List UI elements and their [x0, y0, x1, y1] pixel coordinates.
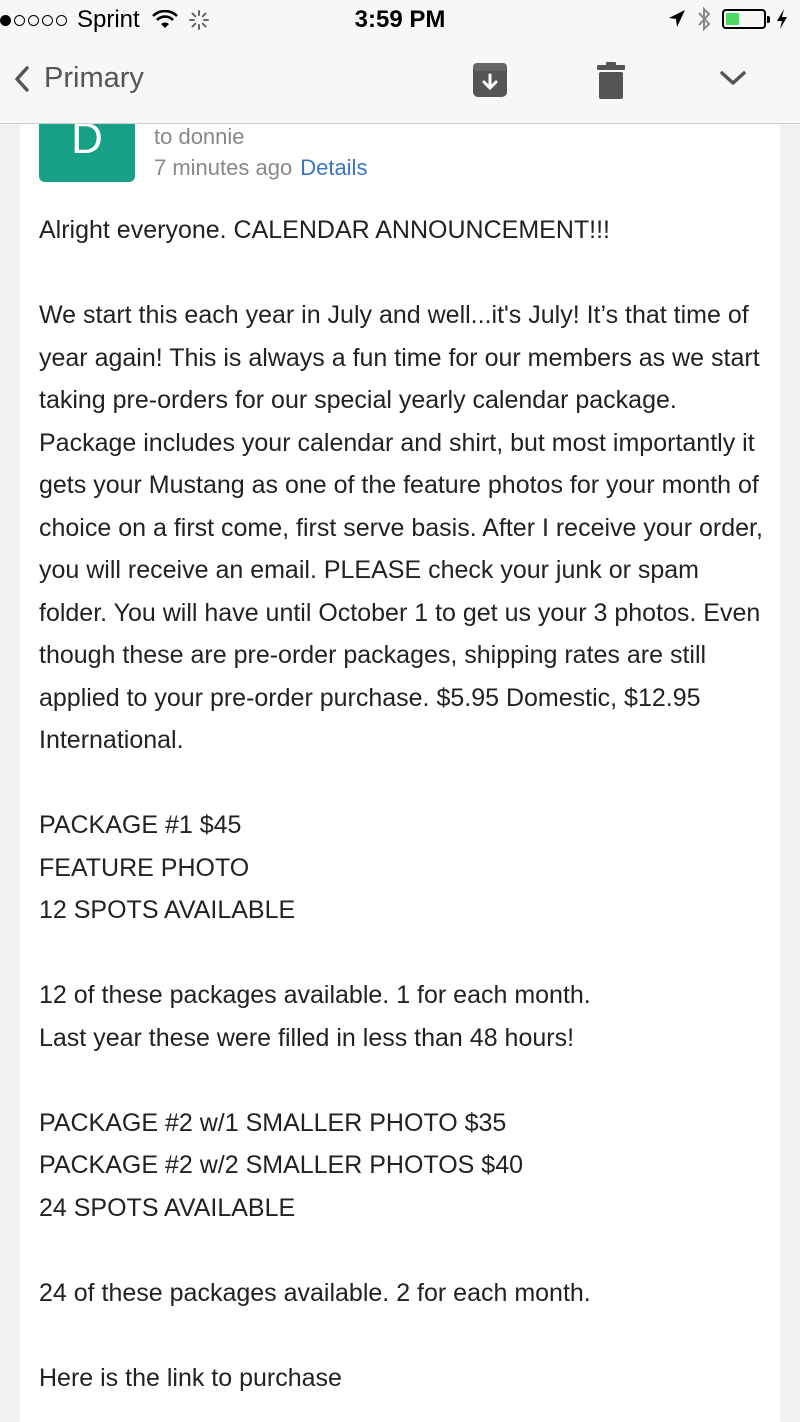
email-paragraph: PACKAGE #2 w/1 SMALLER PHOTO $35 PACKAGE …: [39, 1102, 764, 1230]
email-line: Last year these were filled in less than…: [39, 1023, 575, 1052]
email-line: PACKAGE #2 w/1 SMALLER PHOTO $35: [39, 1108, 507, 1137]
email-body: Alright everyone. CALENDAR ANNOUNCEMENT!…: [39, 209, 764, 1422]
email-toolbar: Primary: [0, 40, 800, 124]
email-line: 24 of these packages available. 2 for ea…: [39, 1278, 591, 1307]
trash-icon: [597, 62, 625, 99]
status-bar: Sprint 3:59 PM: [0, 0, 800, 40]
back-label: Primary: [44, 62, 144, 94]
chevron-left-icon: [15, 65, 29, 92]
status-right: [668, 6, 788, 32]
more-options-button[interactable]: [720, 70, 746, 91]
location-arrow-icon: [669, 10, 685, 27]
email-paragraph: We start this each year in July and well…: [39, 294, 764, 762]
back-button[interactable]: Primary: [14, 62, 144, 95]
charging-bolt-icon: [777, 9, 787, 29]
email-line: 24 SPOTS AVAILABLE: [39, 1193, 296, 1222]
email-paragraph: 24 of these packages available. 2 for ea…: [39, 1272, 764, 1315]
email-line: Alright everyone. CALENDAR ANNOUNCEMENT!…: [39, 216, 610, 244]
email-line: FEATURE PHOTO: [39, 853, 250, 882]
archive-button[interactable]: [472, 62, 508, 103]
bluetooth-icon: [698, 6, 711, 32]
battery-cap: [767, 16, 770, 23]
battery-icon: [722, 9, 770, 29]
email-time: 7 minutes ago: [154, 155, 293, 180]
email-line: PACKAGE #1 $45: [39, 811, 242, 839]
delete-button[interactable]: [597, 62, 625, 105]
archive-icon: [473, 63, 507, 97]
chevron-down-icon: [720, 71, 746, 85]
email-card: D to donnie 7 minutes ago Details Alright…: [20, 124, 780, 1422]
email-paragraph: 12 of these packages available. 1 for ea…: [39, 974, 764, 1059]
email-meta: 7 minutes ago Details: [154, 155, 367, 181]
email-paragraph: Alright everyone. CALENDAR ANNOUNCEMENT!…: [39, 209, 764, 252]
email-paragraph: Here is the link to purchase: [39, 1357, 764, 1400]
sender-avatar: D: [39, 124, 135, 182]
email-line: 12 of these packages available. 1 for ea…: [39, 981, 591, 1009]
email-line: PACKAGE #2 w/2 SMALLER PHOTOS $40: [39, 1151, 523, 1179]
email-line: Here is the link to purchase: [39, 1363, 342, 1392]
email-line: 12 SPOTS AVAILABLE: [39, 896, 296, 924]
recipient-line: to donnie: [154, 124, 245, 149]
email-line: We start this each year in July and well…: [39, 301, 763, 754]
details-link[interactable]: Details: [300, 155, 367, 180]
battery-level: [726, 13, 739, 25]
email-paragraph: PACKAGE #1 $45 FEATURE PHOTO 12 SPOTS AVAI…: [39, 804, 764, 932]
